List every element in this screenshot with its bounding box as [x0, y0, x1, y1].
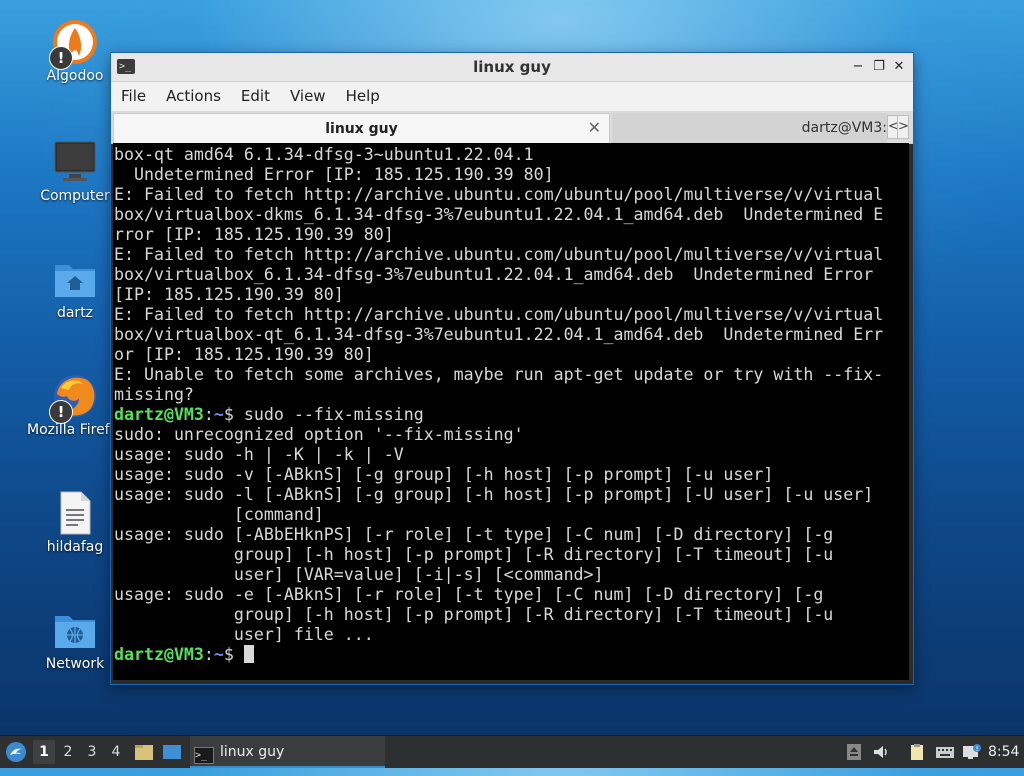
computer-icon: [51, 138, 99, 186]
task-label: linux guy: [220, 744, 285, 760]
terminal-line: missing?: [114, 385, 194, 404]
workspace-3[interactable]: 3: [81, 740, 103, 764]
terminal-text: box-qt amd64 6.1.34-dfsg-3~ubuntu1.22.04…: [113, 143, 909, 665]
terminal-window[interactable]: >_ linux guy − ❐ ✕ File Actions Edit View He…: [111, 53, 913, 684]
desktop-icon-algodoo[interactable]: ! Algodoo: [27, 18, 123, 84]
volume-icon[interactable]: [872, 743, 890, 761]
network-folder-icon: [51, 606, 99, 654]
tab-linux-guy[interactable]: linux guy ✕: [113, 113, 610, 143]
terminal-line: E: Failed to fetch http://archive.ubuntu…: [114, 305, 884, 324]
prompt-user: dartz@VM3: [114, 645, 204, 664]
terminal-line: or [IP: 185.125.190.39 80]: [114, 345, 374, 364]
close-button[interactable]: ✕: [890, 57, 908, 77]
tab-close-icon[interactable]: ✕: [588, 114, 601, 142]
terminal-prompt-line: dartz@VM3:~$ sudo --fix-missing: [114, 405, 424, 424]
terminal-line: usage: sudo -v [-ABknS] [-g group] [-h h…: [114, 465, 774, 484]
menu-actions[interactable]: Actions: [156, 82, 231, 111]
window-title: linux guy: [473, 58, 551, 76]
desktop-icon-label: Algodoo: [46, 68, 104, 84]
keyboard-icon[interactable]: [935, 743, 954, 761]
menu-file[interactable]: File: [111, 82, 156, 111]
prompt-separator: :: [203, 645, 214, 664]
terminal-line: group] [-h host] [-p prompt] [-R directo…: [114, 605, 834, 624]
terminal-line: usage: sudo -l [-ABknS] [-g group] [-h h…: [114, 485, 874, 504]
task-linux-guy[interactable]: >_ linux guy: [190, 736, 385, 768]
prompt-command: $: [223, 645, 244, 664]
eject-icon[interactable]: [845, 743, 863, 761]
terminal-line: box-qt amd64 6.1.34-dfsg-3~ubuntu1.22.04…: [114, 145, 534, 164]
desktop-icon-network[interactable]: Network: [27, 606, 123, 672]
algodoo-icon: !: [49, 18, 99, 70]
workspace-4[interactable]: 4: [105, 740, 127, 764]
desktop-icon-label: Mozilla Firef: [27, 422, 110, 438]
terminal-output[interactable]: box-qt amd64 6.1.34-dfsg-3~ubuntu1.22.04…: [113, 143, 909, 680]
terminal-line: user] file ...: [114, 625, 374, 644]
terminal-line: user] [VAR=value] [-i|-s] [<command>]: [114, 565, 604, 584]
desktop-icon-label: dartz: [56, 305, 94, 321]
lubuntu-logo-icon: [6, 742, 26, 762]
terminal-line: E: Failed to fetch http://archive.ubuntu…: [114, 185, 884, 204]
tab-scroll-right-icon[interactable]: >: [897, 115, 909, 139]
clock[interactable]: 8:54: [988, 736, 1024, 768]
tab-bar: linux guy ✕ dartz@VM3: < >: [111, 112, 913, 144]
terminal-line: usage: sudo [-ABbEHknPS] [-r role] [-t t…: [114, 525, 834, 544]
terminal-line: [command]: [114, 505, 324, 524]
workspace-1[interactable]: 1: [33, 740, 55, 764]
terminal-line: box/virtualbox_6.1.34-dfsg-3%7eubuntu1.2…: [114, 265, 874, 284]
desktop-icon-hildafag[interactable]: hildafag: [27, 489, 123, 555]
terminal-line: [IP: 185.125.190.39 80]: [114, 285, 344, 304]
warning-badge-icon: !: [49, 46, 73, 70]
menu-bar: File Actions Edit View Help: [111, 82, 913, 112]
terminal-line: box/virtualbox-qt_6.1.34-dfsg-3%7eubuntu…: [114, 325, 884, 344]
desktop-icon-label: Computer: [40, 188, 110, 204]
terminal-task-icon: >_: [194, 747, 214, 764]
menu-view[interactable]: View: [280, 82, 336, 111]
terminal-line: usage: sudo -h | -K | -k | -V: [114, 445, 404, 464]
terminal-line: rror [IP: 185.125.190.39 80]: [114, 225, 394, 244]
menu-edit[interactable]: Edit: [231, 82, 280, 111]
warning-badge-icon: !: [49, 400, 73, 424]
firefox-icon: !: [49, 372, 99, 424]
desktop-icon-dartz[interactable]: dartz: [27, 255, 123, 321]
prompt-command: $ sudo --fix-missing: [223, 405, 424, 424]
terminal-line: E: Failed to fetch http://archive.ubuntu…: [114, 245, 884, 264]
terminal-line: sudo: unrecognized option '--fix-missing…: [114, 425, 524, 444]
tab-label: linux guy: [325, 121, 398, 137]
menu-help[interactable]: Help: [336, 82, 390, 111]
desktop-icon-computer[interactable]: Computer: [27, 138, 123, 204]
prompt-user: dartz@VM3: [114, 405, 204, 424]
desktop-icon-firefox[interactable]: ! Mozilla Firef: [27, 372, 123, 438]
desktop-icon-label: Network: [45, 656, 105, 672]
svg-text:!: !: [976, 745, 979, 753]
terminal-prompt-line: dartz@VM3:~$: [114, 645, 254, 664]
home-folder-icon: [51, 255, 99, 303]
tab-dartz[interactable]: dartz@VM3:: [612, 113, 887, 143]
terminal-cursor: [243, 645, 254, 663]
network-status-icon[interactable]: !: [962, 743, 981, 761]
terminal-line: Undetermined Error [IP: 185.125.190.39 8…: [114, 165, 554, 184]
start-menu-button[interactable]: [4, 736, 30, 768]
tab-label: dartz@VM3:: [801, 120, 887, 136]
window-titlebar[interactable]: >_ linux guy − ❐ ✕: [111, 53, 913, 82]
taskbar: 1 2 3 4 >_ linux guy ! 8:54: [0, 735, 1024, 768]
minimize-button[interactable]: −: [849, 57, 867, 77]
prompt-path: ~: [213, 645, 224, 664]
maximize-button[interactable]: ❐: [870, 57, 888, 77]
terminal-line: usage: sudo -e [-ABknS] [-r role] [-t ty…: [114, 585, 824, 604]
workspace-2[interactable]: 2: [57, 740, 79, 764]
terminal-line: box/virtualbox-dkms_6.1.34-dfsg-3%7eubun…: [114, 205, 884, 224]
desktop-icon-label: hildafag: [46, 539, 104, 555]
prompt-separator: :: [203, 405, 214, 424]
show-desktop-icon[interactable]: [162, 736, 184, 768]
terminal-line: E: Unable to fetch some archives, maybe …: [114, 365, 884, 384]
file-manager-launcher-icon[interactable]: [134, 736, 156, 768]
prompt-path: ~: [213, 405, 224, 424]
clipboard-icon[interactable]: [908, 743, 926, 761]
terminal-line: group] [-h host] [-p prompt] [-R directo…: [114, 545, 834, 564]
text-file-icon: [51, 489, 99, 537]
